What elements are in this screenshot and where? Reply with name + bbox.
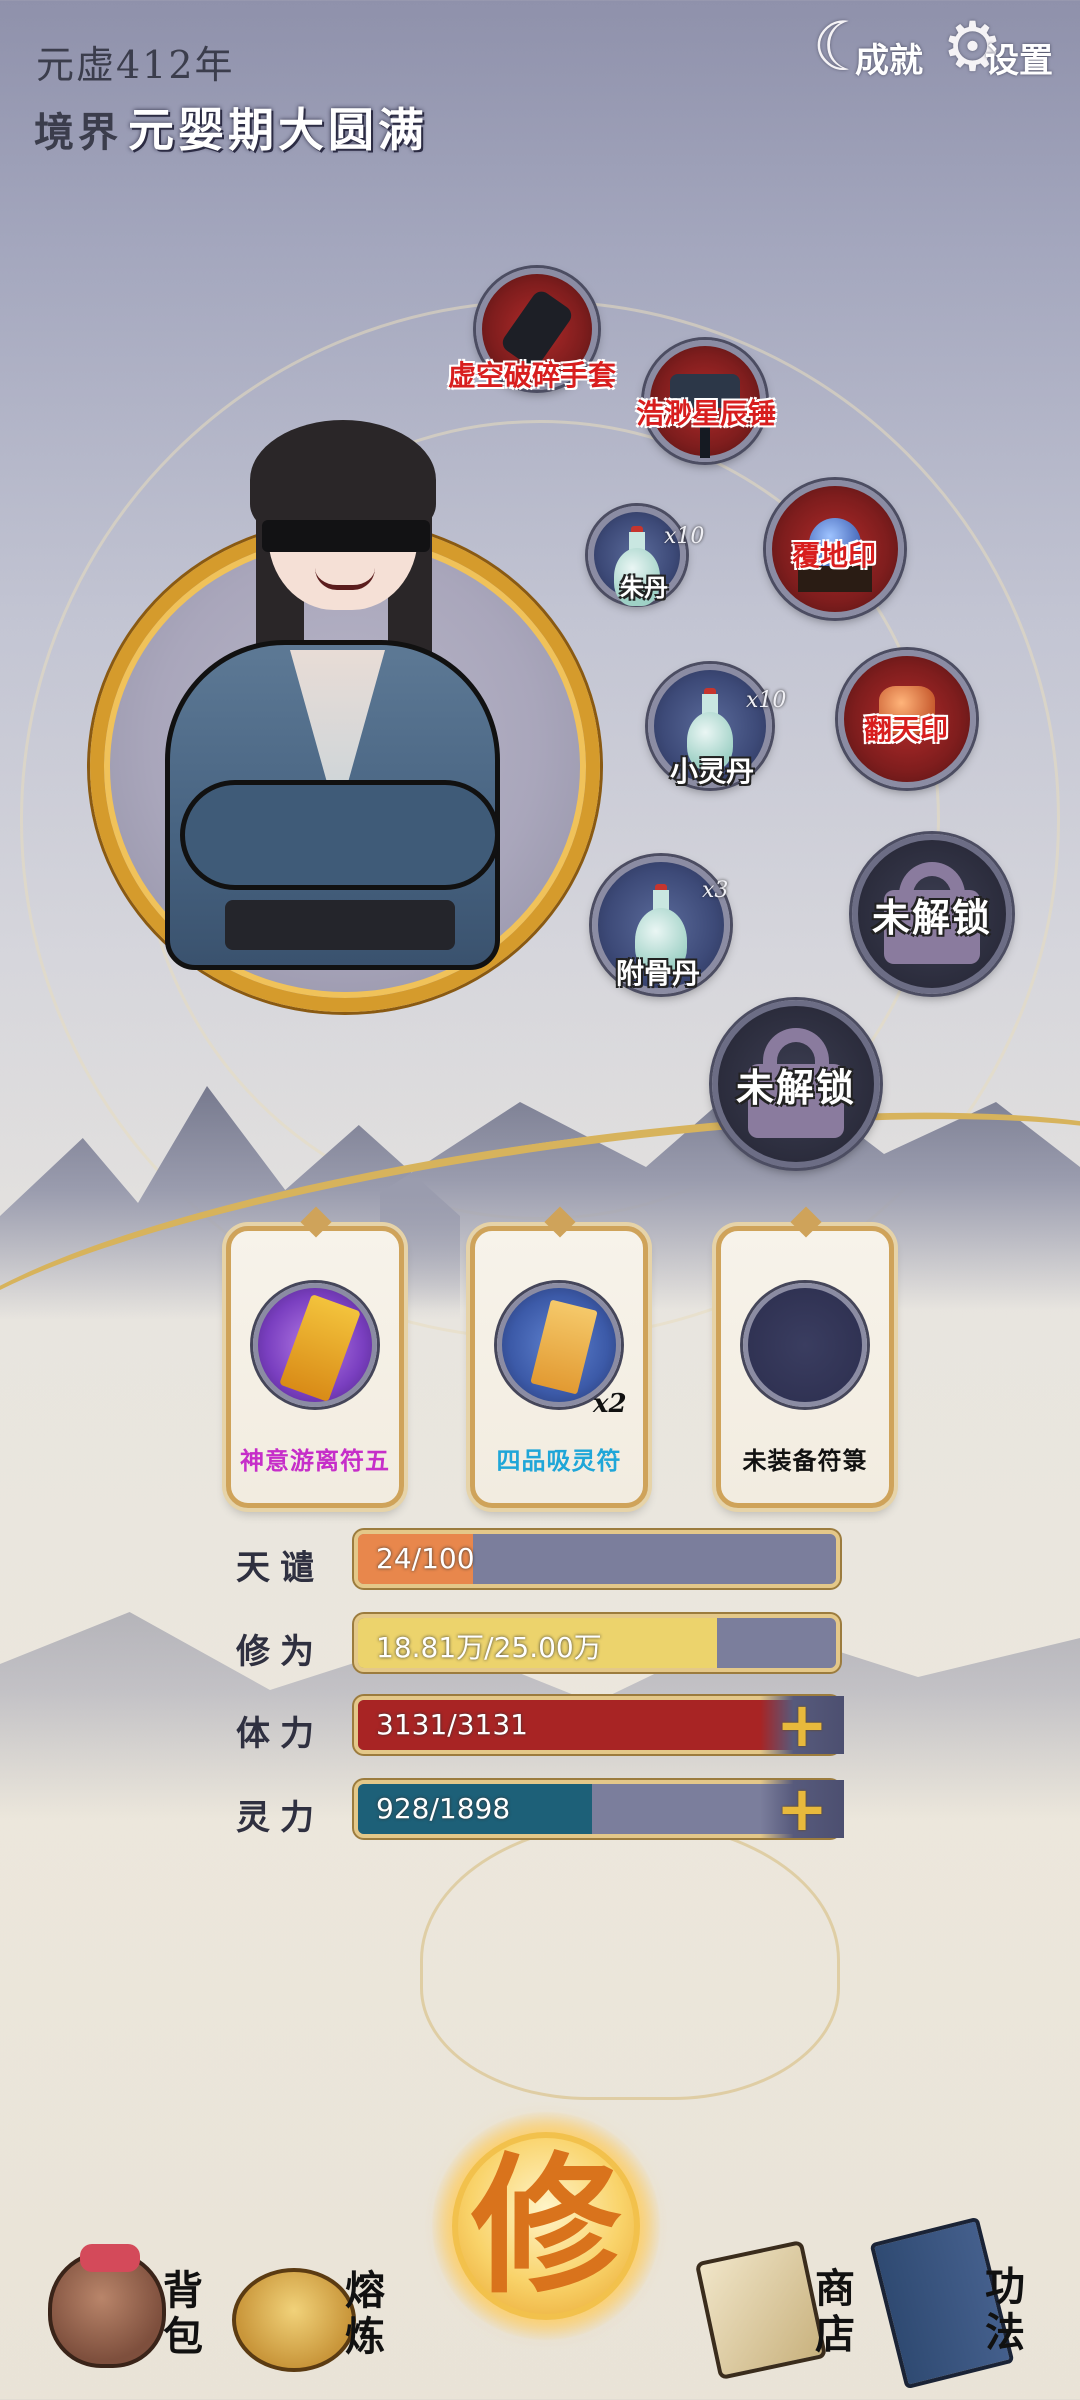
forge-icon — [232, 2268, 356, 2372]
talisman-name-3: 未装备符箓 — [742, 1446, 868, 1475]
stat-value-cultivation: 18.81万/25.00万 — [376, 1631, 602, 1664]
pill-c-count: x3 — [702, 878, 729, 903]
stat-value-stamina: 3131/3131 — [376, 1708, 528, 1741]
pill-a-name: 朱丹 — [620, 573, 668, 602]
equip-name-gloves: 虚空破碎手套 — [448, 359, 617, 392]
add-stamina-button[interactable]: + — [760, 1688, 844, 1761]
achievements-label: 成就 — [854, 41, 923, 81]
realm-label: 境界 — [34, 109, 122, 156]
consumable-slot-pill-c[interactable]: x3 附骨丹 — [592, 856, 730, 994]
nav-forge-label: 熔炼 — [345, 2267, 385, 2360]
background-lotus — [420, 1820, 840, 2100]
talisman-qty-2: x2 — [593, 1389, 627, 1419]
cultivate-button[interactable]: 修 — [452, 2132, 640, 2320]
locked-slot-1-label: 未解锁 — [871, 894, 992, 940]
pill-a-count: x10 — [664, 524, 705, 549]
character-belt — [225, 900, 455, 950]
nav-shop-label: 商店 — [815, 2265, 855, 2358]
locked-slot-2[interactable]: 未解锁 — [712, 1000, 880, 1168]
bag-tie — [80, 2244, 140, 2272]
stat-bar-punishment: 24/100 — [354, 1530, 840, 1588]
nav-bag[interactable]: 背包 — [42, 2226, 212, 2376]
talisman-slot-3-empty — [743, 1283, 867, 1407]
consumable-slot-pill-b[interactable]: x10 小灵丹 — [648, 664, 786, 788]
equip-name-hammer: 浩渺星辰锤 — [636, 397, 777, 430]
equip-name-seal-earth: 覆地印 — [792, 539, 877, 572]
nav-forge[interactable]: 熔炼 — [226, 2246, 396, 2376]
stat-value-punishment: 24/100 — [376, 1542, 475, 1575]
talisman-card-2[interactable]: x2 四品吸灵符 — [470, 1206, 648, 1508]
pill-b-name: 小灵丹 — [670, 755, 755, 788]
cultivate-glyph: 修 — [470, 2138, 621, 2314]
plus-icon: + — [776, 1688, 828, 1761]
nav-bag-label: 背包 — [163, 2267, 203, 2360]
pill-b-count: x10 — [746, 688, 787, 713]
locked-slot-2-label: 未解锁 — [735, 1064, 856, 1110]
add-spirit-button[interactable]: + — [760, 1772, 844, 1845]
talisman-name-2: 四品吸灵符 — [496, 1446, 622, 1475]
realm-value: 元婴期大圆满 — [128, 103, 428, 157]
stat-label-spirit: 灵力 — [236, 1798, 324, 1838]
locked-slot-1[interactable]: 未解锁 — [852, 834, 1012, 994]
character-blindfold — [262, 520, 430, 552]
nav-shop[interactable]: 商店 — [694, 2239, 860, 2381]
achievements-button[interactable]: ☾ 成就 — [812, 14, 923, 82]
stat-label-stamina: 体力 — [236, 1714, 324, 1754]
talisman-name-1: 神意游离符五 — [240, 1446, 390, 1475]
map-scroll-icon — [694, 2239, 828, 2381]
equip-slot-seal-heaven[interactable]: 翻天印 — [838, 650, 976, 788]
equip-slot-gloves[interactable]: 虚空破碎手套 — [448, 268, 616, 392]
talisman-card-3[interactable]: 未装备符箓 — [716, 1206, 894, 1508]
talisman-scroll-icon — [279, 1294, 361, 1402]
settings-label: 设置 — [984, 41, 1053, 81]
pill-c-name: 附骨丹 — [616, 957, 701, 990]
stat-label-cultivation: 修为 — [236, 1632, 324, 1672]
equip-name-seal-heaven: 翻天印 — [864, 713, 949, 746]
settings-button[interactable]: ⚙ 设置 — [942, 14, 1053, 82]
stat-bar-cultivation: 18.81万/25.00万 — [354, 1614, 840, 1672]
talisman-slot-1 — [253, 1283, 377, 1407]
nav-skills-label: 功法 — [985, 2263, 1025, 2356]
nav-skills[interactable]: 功法 — [862, 2216, 1042, 2390]
stat-value-spirit: 928/1898 — [376, 1792, 511, 1825]
plus-icon: + — [776, 1772, 828, 1845]
talisman-card-1[interactable]: 神意游离符五 — [226, 1206, 404, 1508]
stat-label-punishment: 天谴 — [236, 1548, 324, 1588]
consumable-slot-pill-a[interactable]: x10 朱丹 — [588, 506, 704, 606]
talisman-scroll-icon — [530, 1299, 598, 1395]
equip-slot-hammer[interactable]: 浩渺星辰锤 — [636, 340, 776, 462]
equip-slot-seal-earth[interactable]: 覆地印 — [766, 480, 904, 618]
character-crossed-arms — [180, 780, 500, 890]
year-display: 元虚412年 — [36, 43, 235, 87]
